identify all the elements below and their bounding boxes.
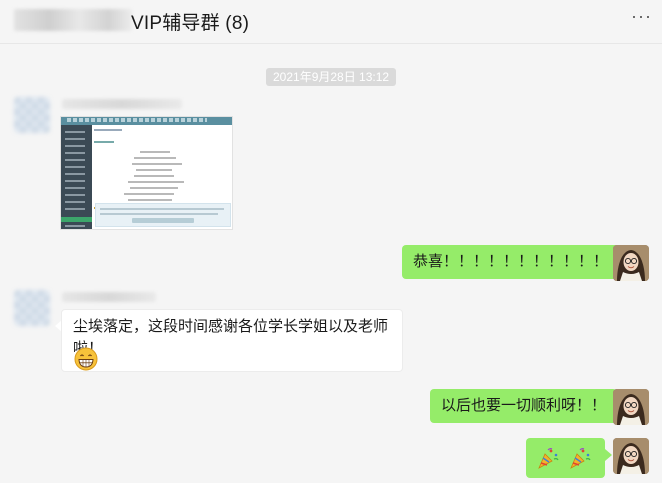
message-bubble-self[interactable]: 恭喜！！！！！！！！！！！ [402, 245, 620, 279]
sender-avatar[interactable] [14, 290, 50, 326]
grin-emoji [74, 347, 98, 378]
screenshot-topbar [61, 117, 232, 125]
image-message[interactable] [60, 116, 233, 230]
message-text: 尘埃落定，这段时间感谢各位学长学姐以及老师啦！ [73, 318, 389, 357]
my-avatar[interactable] [613, 389, 649, 425]
message-text: 恭喜！！！！！！！！！！！ [413, 253, 609, 270]
message-bubble-self[interactable]: 以后也要一切顺利呀！！ [430, 389, 618, 423]
party-popper-emoji [568, 446, 592, 477]
more-options-button[interactable]: ··· [631, 6, 652, 27]
screenshot-info-box [95, 203, 231, 227]
my-avatar[interactable] [613, 438, 649, 474]
chat-title: VIP辅导群 (8) [131, 13, 250, 34]
sender-name-redacted [62, 292, 156, 302]
bubble-tail [605, 449, 612, 461]
chat-header: VIP辅导群 (8) ··· [0, 0, 662, 44]
sender-avatar[interactable] [14, 97, 50, 133]
message-bubble-self[interactable] [526, 438, 605, 478]
my-avatar[interactable] [613, 245, 649, 281]
group-name-redacted [14, 9, 132, 31]
screenshot-sidebar [61, 125, 92, 229]
sender-name-redacted [62, 99, 182, 109]
message-timestamp: 2021年9月28日 13:12 [266, 68, 397, 86]
message-bubble-other[interactable]: 尘埃落定，这段时间感谢各位学长学姐以及老师啦！ [61, 309, 403, 372]
party-popper-emoji [536, 446, 560, 477]
message-text: 以后也要一切顺利呀！！ [441, 397, 607, 414]
bubble-tail [605, 400, 612, 412]
bubble-tail [605, 256, 612, 268]
